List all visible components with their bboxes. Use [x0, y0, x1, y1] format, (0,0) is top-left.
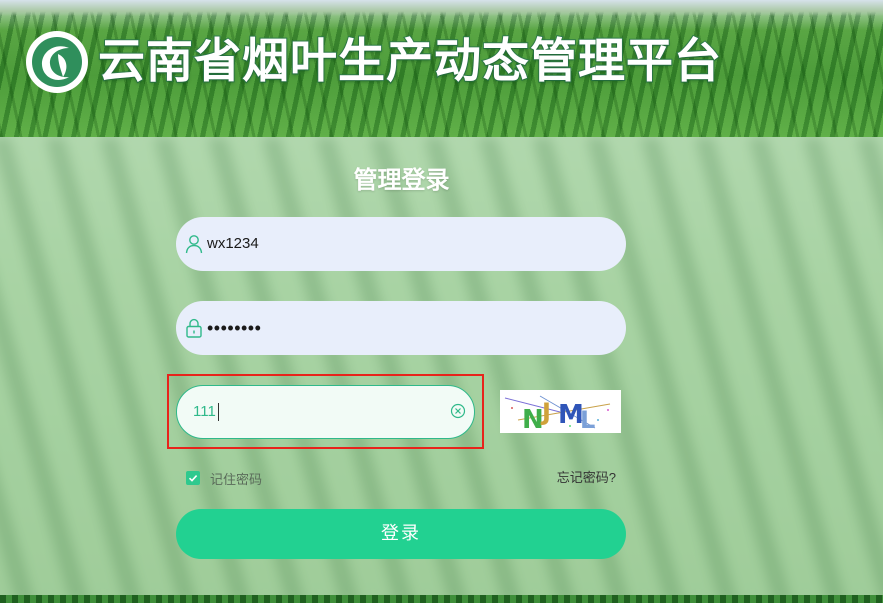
user-icon	[185, 235, 203, 254]
password-value: ••••••••	[207, 318, 262, 338]
captcha-image[interactable]: N J M L	[500, 390, 621, 433]
forgot-password-link[interactable]: 忘记密码?	[557, 469, 616, 487]
leaf-c-logo-icon	[26, 31, 88, 93]
captcha-value: 111	[193, 386, 219, 437]
login-title: 管理登录	[353, 166, 450, 194]
clear-circle-icon[interactable]	[450, 403, 466, 419]
captcha-input[interactable]: 111	[176, 385, 475, 439]
password-field[interactable]: ••••••••	[176, 301, 626, 355]
captcha-char-4: L	[580, 406, 595, 433]
remember-password[interactable]: 记住密码	[186, 469, 262, 487]
lock-icon	[186, 318, 202, 338]
login-button[interactable]: 登录	[176, 509, 626, 559]
captcha-char-2: J	[540, 398, 551, 426]
captcha-char-1: N	[522, 405, 544, 433]
username-value: wx1234	[207, 235, 259, 252]
remember-label: 记住密码	[210, 471, 263, 487]
bottom-strip	[0, 595, 883, 603]
remember-checkbox[interactable]	[186, 471, 200, 485]
username-field[interactable]: wx1234	[176, 217, 626, 271]
banner-horizon	[0, 0, 883, 16]
header-banner: 云南省烟叶生产动态管理平台	[0, 0, 883, 137]
checkmark-icon	[188, 475, 198, 482]
text-caret	[217, 403, 219, 422]
platform-title: 云南省烟叶生产动态管理平台	[97, 33, 722, 90]
